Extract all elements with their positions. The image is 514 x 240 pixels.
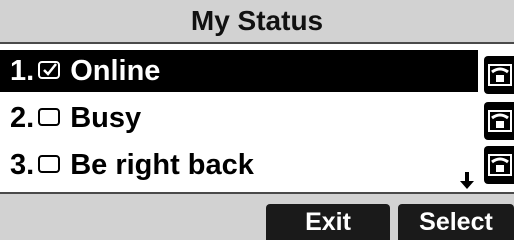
checkbox-checked-icon (38, 61, 61, 79)
option-label: Busy (70, 102, 142, 134)
status-option-be-right-back[interactable]: 3. Be right back (0, 144, 478, 186)
status-option-busy[interactable]: 2. Busy (0, 97, 478, 139)
line-key-2[interactable] (484, 102, 514, 140)
status-option-online[interactable]: 1. Online (0, 50, 478, 92)
option-number: 3. (10, 149, 35, 181)
option-label: Online (70, 55, 161, 87)
line-key-column (480, 44, 514, 191)
checkbox-empty-icon (38, 155, 61, 173)
phone-handset-icon (488, 110, 512, 132)
line-key-3[interactable] (484, 146, 514, 184)
option-label: Be right back (70, 149, 254, 181)
scroll-down-arrow-icon (460, 172, 474, 190)
select-button[interactable]: Select (398, 204, 514, 240)
screen-title: My Status (0, 0, 514, 44)
exit-button[interactable]: Exit (266, 204, 390, 240)
option-number: 2. (10, 102, 35, 134)
status-menu: 1. Online 2. Busy 3. Be right back (0, 44, 514, 191)
phone-handset-icon (488, 154, 512, 176)
softkey-bar: Exit Select (0, 192, 514, 240)
line-key-1[interactable] (484, 56, 514, 94)
phone-handset-icon (488, 64, 512, 86)
option-number: 1. (10, 55, 35, 87)
checkbox-empty-icon (38, 108, 61, 126)
